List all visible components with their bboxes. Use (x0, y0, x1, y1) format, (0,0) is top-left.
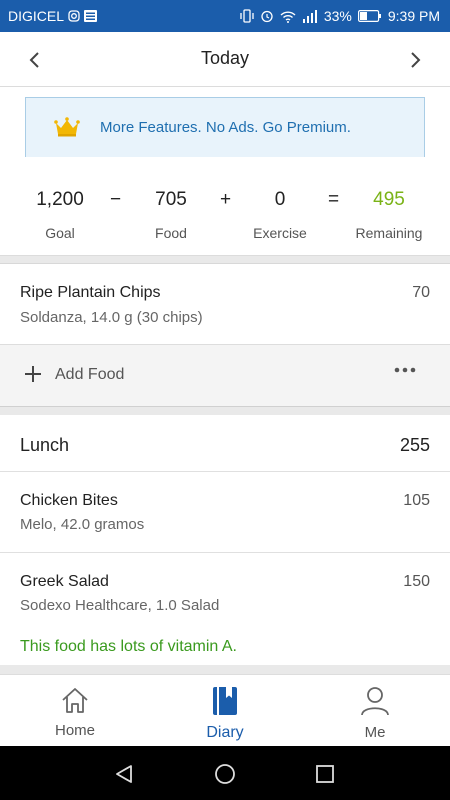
wifi-icon (280, 10, 296, 23)
plus-operator: + (220, 189, 232, 210)
battery-icon (357, 10, 381, 22)
signal-icon (302, 9, 317, 23)
food-value: 705 (155, 189, 187, 210)
vibrate-icon (240, 9, 254, 23)
calorie-summary: 1,200 Goal − 705 Food + 0 Exercise = 495… (0, 157, 450, 256)
goal-cell: 1,200 Goal (20, 157, 100, 255)
goal-label: Goal (45, 225, 75, 241)
tab-me-label: Me (364, 724, 386, 741)
notification-list-icon (84, 10, 98, 22)
home-button-icon[interactable] (214, 763, 236, 785)
nutrition-note: This food has lots of vitamin A. (20, 638, 237, 655)
tab-home[interactable]: Home (0, 685, 150, 739)
list-item[interactable]: Ripe Plantain Chips Soldanza, 14.0 g (30… (0, 263, 450, 345)
battery-percent: 33% (323, 8, 352, 24)
food-detail: Soldanza, 14.0 g (30 chips) (20, 309, 203, 326)
chevron-right-icon[interactable] (405, 50, 425, 70)
alarm-icon (261, 10, 273, 23)
premium-banner[interactable]: More Features. No Ads. Go Premium. (25, 97, 425, 159)
minus-operator: − (110, 189, 122, 210)
recents-icon[interactable] (315, 764, 335, 784)
carrier-label: DIGICEL (8, 8, 65, 24)
food-calories: 150 (403, 573, 430, 590)
exercise-label: Exercise (253, 225, 307, 241)
tab-home-label: Home (54, 722, 95, 739)
bottom-nav: Home Diary Me (0, 674, 450, 747)
remaining-label: Remaining (355, 225, 423, 241)
system-nav-bar (0, 746, 450, 800)
food-calories: 70 (412, 284, 430, 301)
remaining-cell: 495 Remaining (348, 157, 430, 255)
person-icon (361, 687, 389, 716)
list-item[interactable]: Greek Salad Sodexo Healthcare, 1.0 Salad… (0, 553, 450, 665)
food-name: Greek Salad (20, 573, 109, 590)
food-detail: Sodexo Healthcare, 1.0 Salad (20, 597, 220, 614)
add-food-row[interactable]: Add Food (0, 344, 450, 407)
exercise-cell: 0 Exercise (240, 157, 320, 255)
list-item[interactable]: Chicken Bites Melo, 42.0 gramos 105 (0, 472, 450, 552)
clock: 9:39 PM (387, 8, 440, 24)
page-title: Today (200, 48, 250, 68)
date-header: Today (0, 32, 450, 87)
crown-icon (54, 117, 80, 137)
diary-icon (213, 687, 237, 715)
tab-diary[interactable]: Diary (150, 685, 300, 742)
status-bar: DIGICEL 33% 9:39 PM (0, 0, 450, 32)
back-icon[interactable] (113, 763, 135, 785)
more-options-icon[interactable] (394, 367, 416, 373)
food-name: Ripe Plantain Chips (20, 284, 161, 301)
meal-title: Lunch (20, 435, 70, 455)
premium-banner-text: More Features. No Ads. Go Premium. (100, 119, 351, 136)
lunch-section: Lunch 255 Chicken Bites Melo, 42.0 gramo… (0, 415, 450, 665)
home-icon (62, 688, 88, 713)
food-calories: 105 (403, 492, 430, 509)
plus-icon (25, 366, 41, 382)
food-cell: 705 Food (131, 157, 211, 255)
add-food-button[interactable]: Add Food (55, 366, 124, 384)
equals-operator: = (328, 189, 340, 210)
food-name: Chicken Bites (20, 492, 118, 509)
remaining-value: 495 (373, 189, 405, 210)
food-label: Food (155, 225, 187, 241)
instagram-icon (68, 10, 80, 22)
tab-me[interactable]: Me (300, 685, 450, 741)
tab-diary-label: Diary (206, 724, 244, 741)
meal-calories: 255 (399, 435, 430, 455)
goal-value: 1,200 (36, 189, 84, 210)
exercise-value: 0 (274, 189, 286, 210)
food-detail: Melo, 42.0 gramos (20, 516, 145, 533)
